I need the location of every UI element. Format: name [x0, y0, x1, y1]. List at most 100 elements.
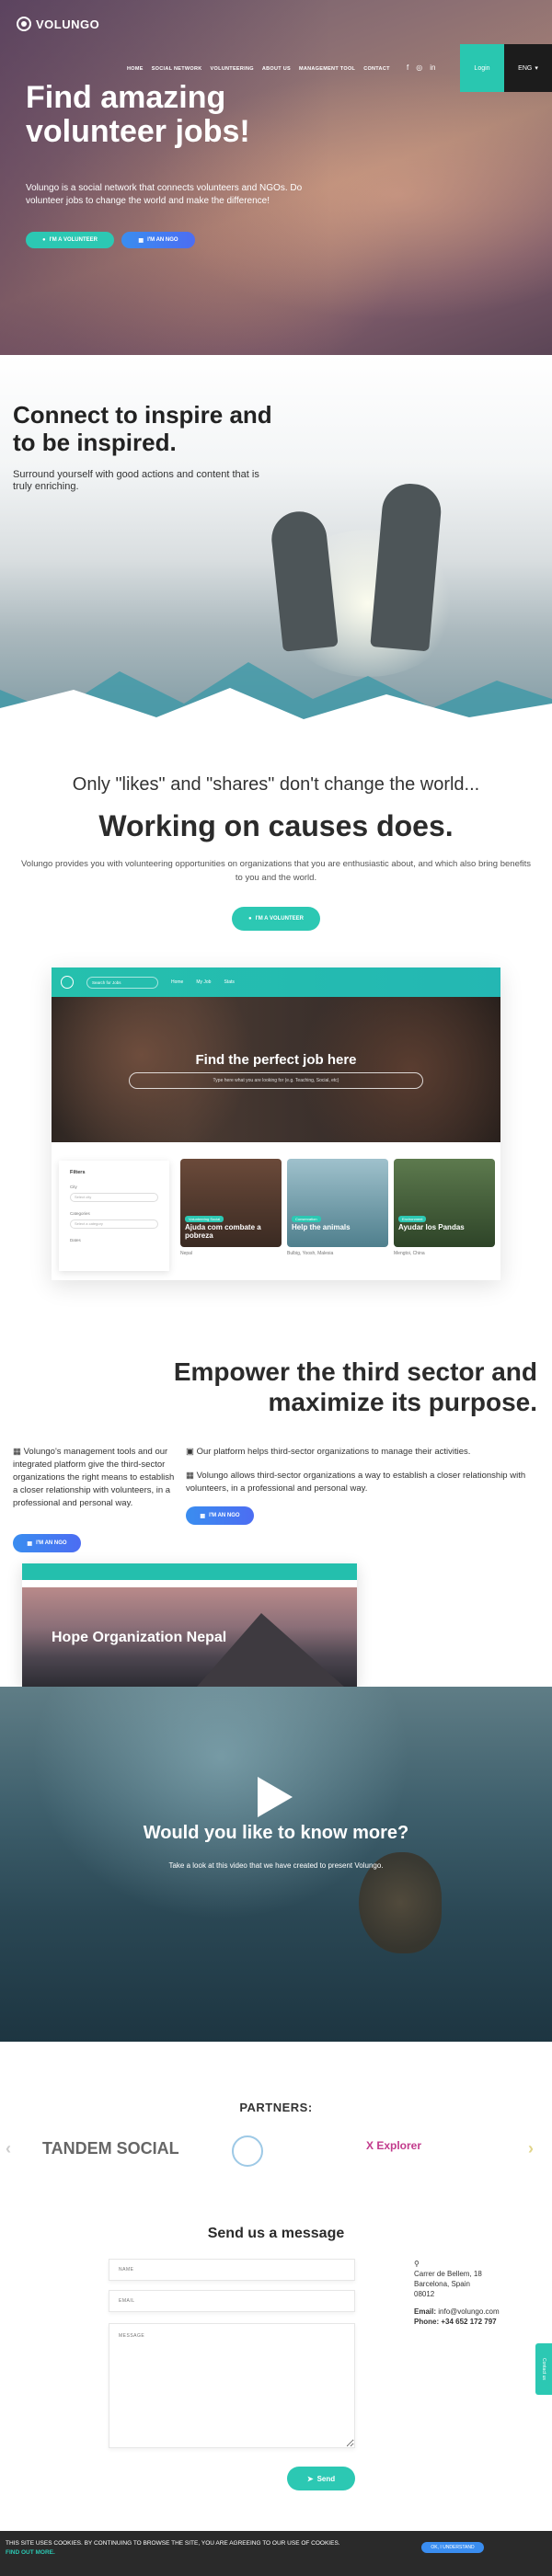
user-icon: ● — [42, 237, 46, 243]
mountain-divider — [0, 662, 552, 727]
mockup-nav-home: Home — [171, 979, 184, 985]
causes-question: Only "likes" and "shares" don't change t… — [72, 774, 480, 795]
causes-button-label: I'M A VOLUNTEER — [255, 916, 304, 922]
inspire-section: Connect to inspire and to be inspired. S… — [0, 355, 552, 727]
send-button-label: Send — [316, 2474, 336, 2483]
logo-icon — [17, 17, 31, 31]
nav-contact[interactable]: CONTACT — [363, 66, 390, 72]
logo[interactable]: VOLUNGO — [17, 17, 99, 31]
job-card-image — [394, 1159, 495, 1247]
logo-text: VOLUNGO — [36, 17, 100, 31]
building-icon: ▦ — [200, 1513, 206, 1519]
hero-section: VOLUNGO HOME SOCIAL NETWORK VOLUNTEERING… — [0, 0, 552, 355]
filter-city-select: Select city — [70, 1193, 158, 1202]
ngo-mockup-title: Hope Organization Nepal — [52, 1630, 227, 1645]
nav-volunteering[interactable]: VOLUNTEERING — [211, 66, 254, 72]
building-icon: ▦ — [13, 1447, 24, 1457]
mockup-hero-image: Find the perfect job here Type here what… — [52, 997, 500, 1142]
mockup-topbar: Search for Jobs Home My Job Stats — [52, 967, 500, 997]
causes-text: Volungo provides you with volunteering o… — [21, 859, 531, 883]
inspire-title: Connect to inspire and to be inspired. — [13, 401, 272, 456]
hero-title: Find amazing volunteer jobs! — [26, 80, 250, 149]
login-button[interactable]: Login — [460, 44, 504, 92]
phone-label: Phone: — [414, 2318, 440, 2326]
causes-headline: Working on causes does. — [98, 809, 454, 842]
nav-about-us[interactable]: ABOUT US — [262, 66, 291, 72]
send-icon: ➤ — [306, 2474, 314, 2483]
cookie-accept-button[interactable]: OK, I UNDERSTAND — [421, 2542, 484, 2553]
nav-home[interactable]: HOME — [127, 66, 144, 72]
empower-ngo-button[interactable]: ▦ I'M AN NGO — [13, 1534, 81, 1552]
video-section[interactable]: Would you like to know more? Take a look… — [0, 1687, 552, 2042]
filters-panel: Filters City Select city Categories Sele… — [59, 1161, 169, 1271]
send-button[interactable]: ➤ Send — [287, 2467, 355, 2490]
video-title: Would you like to know more? — [143, 1823, 409, 1843]
ngo-page-mockup: Hope Organization Nepal — [22, 1563, 357, 1687]
partner-logo-tandem[interactable]: TANDEM SOCIAL — [42, 2139, 179, 2158]
building-icon: ▦ — [186, 1471, 197, 1481]
linkedin-icon[interactable]: in — [430, 63, 435, 72]
job-card-title: Ayudar los Pandas — [398, 1223, 465, 1231]
top-nav: HOME SOCIAL NETWORK VOLUNTEERING ABOUT U… — [127, 66, 390, 72]
language-label: ENG — [518, 64, 533, 72]
email-value[interactable]: info@volungo.com — [438, 2307, 499, 2316]
partner-logo[interactable]: › — [528, 2139, 534, 2158]
partner-logo[interactable]: ‹ — [6, 2139, 11, 2158]
address-line-3: 08012 — [414, 2290, 435, 2298]
mockup-search: Search for Jobs — [86, 976, 158, 989]
empower-ngo-button-2[interactable]: ▦ I'M AN NGO — [186, 1506, 254, 1525]
mockup-topbar — [22, 1563, 357, 1580]
inspire-text: Surround yourself with good actions and … — [13, 469, 259, 492]
ngo-button[interactable]: ▦ I'M AN NGO — [121, 232, 195, 248]
language-selector[interactable]: ENG ▾ — [504, 44, 552, 92]
filter-more-label: Dates — [70, 1238, 81, 1242]
phone-value[interactable]: +34 652 172 797 — [441, 2318, 496, 2326]
chevron-down-icon: ▾ — [535, 65, 538, 72]
empower-headline: Empower the third sector and maximize it… — [173, 1357, 537, 1416]
empower-btn2-label: I'M AN NGO — [209, 1513, 240, 1518]
empower-column-2: ▣ Our platform helps third-sector organi… — [186, 1446, 545, 1495]
hero-subtitle: Volungo is a social network that connect… — [26, 183, 303, 206]
job-card: Conservation Help the animals Bulbig, Yo… — [287, 1159, 388, 1274]
user-icon: ● — [248, 916, 252, 922]
mockup-hero-image: Hope Organization Nepal — [22, 1587, 357, 1687]
play-icon[interactable] — [258, 1777, 293, 1817]
job-card-location: Nepal — [180, 1251, 193, 1256]
facebook-icon[interactable]: f — [407, 63, 408, 72]
partner-logo-explorer[interactable]: X Explorer — [366, 2139, 421, 2152]
causes-volunteer-button[interactable]: ● I'M A VOLUNTEER — [232, 907, 320, 931]
job-card-location: Mengtoi, China — [394, 1251, 425, 1256]
contact-side-tab[interactable]: Contact us — [535, 2343, 552, 2395]
message-field[interactable] — [109, 2323, 355, 2448]
contact-address: ⚲ Carrer de Bellem, 18 Barcelona, Spain … — [414, 2259, 543, 2327]
empower-col2-text-a: Our platform helps third-sector organiza… — [196, 1447, 471, 1457]
cookie-banner: THIS SITE USES COOKIES. BY CONTINUING TO… — [0, 2531, 552, 2576]
ngo-button-label: I'M AN NGO — [147, 237, 178, 243]
job-card: Volunteering Social Ajuda com combate a … — [180, 1159, 282, 1274]
empower-col2-text-b: Volungo allows third-sector organization… — [186, 1471, 526, 1494]
contact-title: Send us a message — [207, 2226, 345, 2241]
name-field[interactable] — [109, 2259, 355, 2281]
email-field[interactable] — [109, 2290, 355, 2312]
mockup-nav-myjob: My Job — [196, 979, 212, 985]
partners-title: PARTNERS: — [239, 2101, 313, 2114]
empower-column-1: ▦ Volungo's management tools and our int… — [13, 1446, 178, 1510]
filter-category-label: Categories — [70, 1211, 90, 1216]
nav-management-tool[interactable]: MANAGEMENT TOOL — [299, 66, 355, 72]
calendar-icon: ▣ — [186, 1447, 197, 1457]
building-icon: ▦ — [27, 1540, 33, 1547]
mockup-nav-stats: Stats — [224, 979, 235, 985]
cookie-text: THIS SITE USES COOKIES. BY CONTINUING TO… — [6, 2540, 340, 2547]
filter-category-select: Select a category — [70, 1219, 158, 1229]
address-line-2: Barcelona, Spain — [414, 2280, 470, 2288]
nav-social-network[interactable]: SOCIAL NETWORK — [152, 66, 202, 72]
job-card-tag: Environment — [398, 1216, 427, 1222]
job-card-tag: Conservation — [292, 1216, 321, 1222]
person-image — [269, 509, 339, 652]
instagram-icon[interactable]: ◎ — [416, 63, 422, 72]
partner-logo-circle[interactable] — [232, 2135, 263, 2167]
location-icon: ⚲ — [414, 2260, 420, 2268]
mockup-big-search: Type here what you are looking for (e.g.… — [129, 1072, 423, 1089]
volunteer-button[interactable]: ● I'M A VOLUNTEER — [26, 232, 114, 248]
filters-title: Filters — [70, 1170, 86, 1175]
